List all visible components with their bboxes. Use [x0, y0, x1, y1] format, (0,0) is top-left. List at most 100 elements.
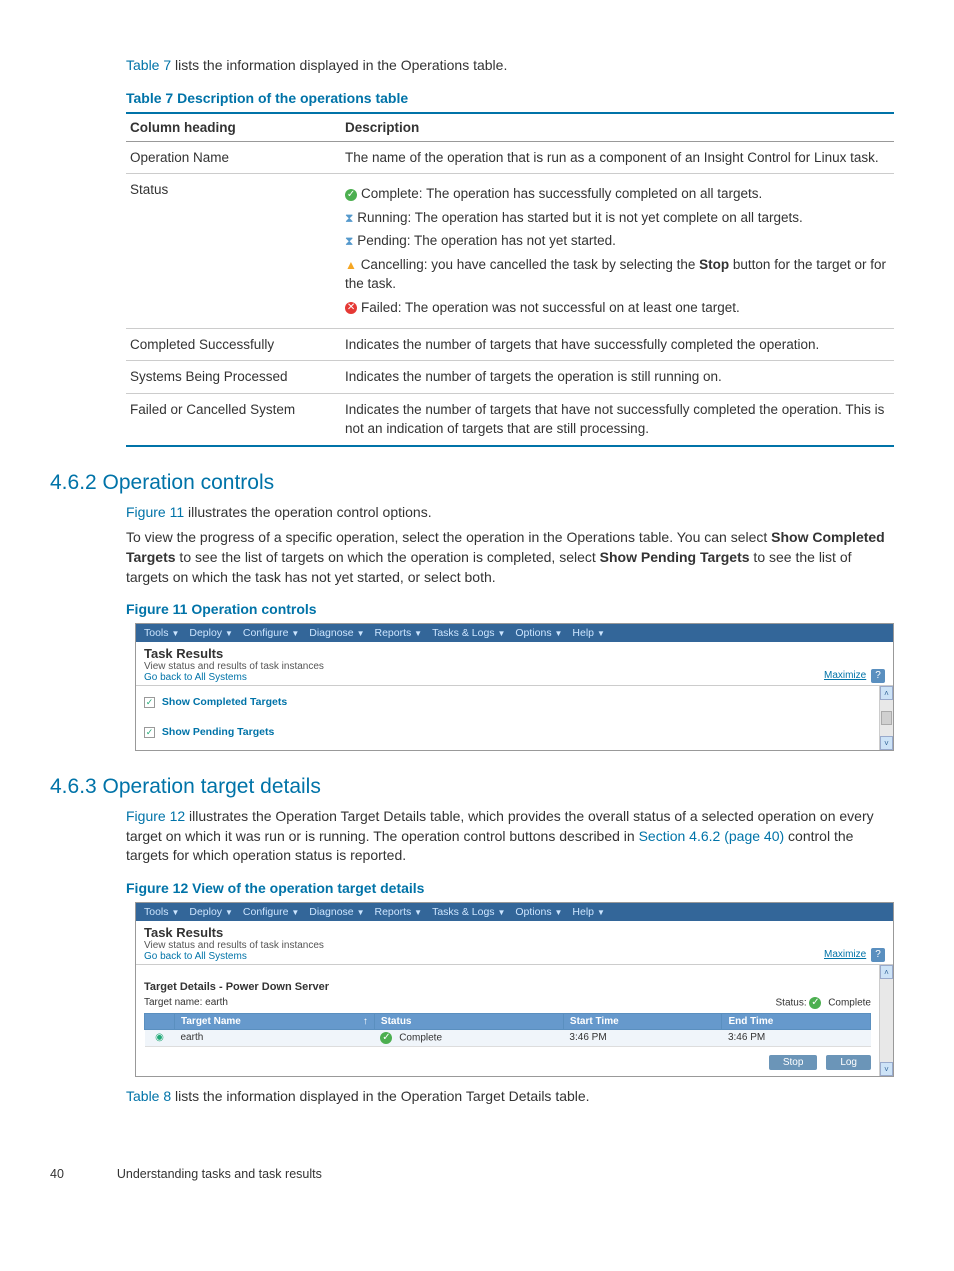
menu-options[interactable]: Options ▼ — [515, 627, 562, 639]
chapter-title: Understanding tasks and task results — [117, 1167, 322, 1181]
cell-end: 3:46 PM — [722, 1029, 871, 1046]
th-end-time: End Time — [722, 1013, 871, 1029]
scroll-thumb[interactable] — [881, 711, 892, 725]
operations-description-table: Column heading Description Operation Nam… — [126, 112, 894, 447]
task-results-subtitle: View status and results of task instance… — [144, 661, 324, 672]
go-back-line: Go back to All Systems — [144, 672, 324, 683]
status-cancel-bold: Stop — [699, 257, 729, 272]
go-back-line: Go back to All Systems — [144, 951, 324, 962]
scroll-up-icon[interactable]: ˄ — [880, 965, 893, 979]
th-column-heading: Column heading — [126, 113, 341, 142]
th-target-name: Target Name ↑ — [175, 1013, 375, 1029]
all-systems-link[interactable]: All Systems — [195, 672, 247, 683]
checkbox-completed[interactable]: ✓ — [144, 697, 155, 708]
page-footer: 40 Understanding tasks and task results — [50, 1167, 894, 1181]
status-complete: Complete: The operation has successfully… — [361, 186, 762, 201]
menu-tools[interactable]: Tools ▼ — [144, 627, 179, 639]
hourglass-icon: ⧗ — [345, 211, 353, 225]
menu-diagnose[interactable]: Diagnose ▼ — [309, 627, 364, 639]
section-463-heading: 4.6.3 Operation target details — [50, 775, 894, 799]
complete-icon: ✓ — [380, 1032, 392, 1044]
menu-taskslogs[interactable]: Tasks & Logs ▼ — [432, 906, 505, 918]
figure12-screenshot: Tools ▼ Deploy ▼ Configure ▼ Diagnose ▼ … — [135, 902, 894, 1077]
row-failed-col: Failed or Cancelled System — [126, 393, 341, 446]
fail-icon: ✕ — [345, 302, 357, 314]
section462-link[interactable]: Section 4.6.2 (page 40) — [639, 828, 785, 844]
menu-tools[interactable]: Tools ▼ — [144, 906, 179, 918]
menu-taskslogs[interactable]: Tasks & Logs ▼ — [432, 627, 505, 639]
target-name-label: Target name: earth — [144, 997, 228, 1009]
complete-icon: ✓ — [345, 189, 357, 201]
task-results-title: Task Results — [144, 646, 324, 661]
outro-text: lists the information displayed in the O… — [171, 1088, 589, 1104]
complete-icon: ✓ — [809, 997, 821, 1009]
scroll-down-icon[interactable]: ˅ — [880, 736, 893, 750]
figure11-screenshot: Tools ▼ Deploy ▼ Configure ▼ Diagnose ▼ … — [135, 623, 894, 751]
sec462-p1: Figure 11 illustrates the operation cont… — [126, 503, 894, 523]
menu-configure[interactable]: Configure ▼ — [243, 627, 299, 639]
status-cancel-pre: Cancelling: you have cancelled the task … — [361, 257, 699, 272]
menu-deploy[interactable]: Deploy ▼ — [189, 906, 233, 918]
sec462-p2: To view the progress of a specific opera… — [126, 528, 894, 587]
sec462-p1-rest: illustrates the operation control option… — [184, 504, 431, 520]
figure12-link[interactable]: Figure 12 — [126, 808, 185, 824]
intro-text: lists the information displayed in the O… — [171, 57, 507, 73]
figure12-caption: Figure 12 View of the operation target d… — [126, 880, 894, 896]
radio-icon[interactable]: ◉ — [155, 1032, 164, 1043]
sec462-p2c: to see the list of targets on which the … — [176, 549, 600, 565]
cell-name: earth — [175, 1029, 375, 1046]
row-status-desc: ✓ Complete: The operation has successfull… — [341, 174, 894, 328]
th-status: Status — [374, 1013, 563, 1029]
row-completed-col: Completed Successfully — [126, 328, 341, 361]
show-pending-label[interactable]: Show Pending Targets — [162, 726, 274, 738]
figure11-caption: Figure 11 Operation controls — [126, 601, 894, 617]
task-results-subtitle: View status and results of task instance… — [144, 940, 324, 951]
target-details-table: Target Name ↑ Status Start Time End Time… — [144, 1013, 871, 1047]
scroll-up-icon[interactable]: ˄ — [880, 686, 893, 700]
table-row[interactable]: ◉ earth ✓ Complete 3:46 PM 3:46 PM — [145, 1029, 871, 1046]
warning-icon: ▲ — [345, 258, 357, 272]
cell-status: ✓ Complete — [374, 1029, 563, 1046]
cell-start: 3:46 PM — [563, 1029, 722, 1046]
row-processed-col: Systems Being Processed — [126, 361, 341, 394]
status-pending: Pending: The operation has not yet start… — [357, 233, 616, 248]
show-completed-label[interactable]: Show Completed Targets — [162, 696, 287, 708]
scrollbar[interactable]: ˄ ˅ — [879, 965, 893, 1076]
outro-paragraph: Table 8 lists the information displayed … — [126, 1087, 894, 1107]
menu-deploy[interactable]: Deploy ▼ — [189, 627, 233, 639]
sec463-p1: Figure 12 illustrates the Operation Targ… — [126, 807, 894, 866]
menu-help[interactable]: Help ▼ — [572, 627, 604, 639]
sec462-p2a: To view the progress of a specific opera… — [126, 529, 771, 545]
menu-reports[interactable]: Reports ▼ — [374, 906, 422, 918]
th-description: Description — [341, 113, 894, 142]
stop-button[interactable]: Stop — [769, 1055, 818, 1070]
all-systems-link[interactable]: All Systems — [195, 951, 247, 962]
table7-link[interactable]: Table 7 — [126, 57, 171, 73]
log-button[interactable]: Log — [826, 1055, 871, 1070]
target-details-title: Target Details - Power Down Server — [144, 981, 871, 993]
menu-bar: Tools ▼ Deploy ▼ Configure ▼ Diagnose ▼ … — [136, 624, 893, 642]
sec462-p2d: Show Pending Targets — [600, 549, 750, 565]
scroll-down-icon[interactable]: ˅ — [880, 1062, 893, 1076]
status-running: Running: The operation has started but i… — [357, 210, 803, 225]
menu-configure[interactable]: Configure ▼ — [243, 906, 299, 918]
page-number: 40 — [50, 1167, 64, 1181]
row-status-col: Status — [126, 174, 341, 328]
menu-help[interactable]: Help ▼ — [572, 906, 604, 918]
row-opname-col: Operation Name — [126, 141, 341, 174]
menu-diagnose[interactable]: Diagnose ▼ — [309, 906, 364, 918]
menu-reports[interactable]: Reports ▼ — [374, 627, 422, 639]
scrollbar[interactable]: ˄ ˅ — [879, 686, 893, 750]
table8-link[interactable]: Table 8 — [126, 1088, 171, 1104]
th-start-time: Start Time — [563, 1013, 722, 1029]
checkbox-pending[interactable]: ✓ — [144, 727, 155, 738]
help-icon[interactable]: ? — [871, 948, 885, 962]
menu-bar: Tools ▼ Deploy ▼ Configure ▼ Diagnose ▼ … — [136, 903, 893, 921]
section-462-heading: 4.6.2 Operation controls — [50, 471, 894, 495]
maximize-link[interactable]: Maximize — [824, 949, 866, 960]
maximize-link[interactable]: Maximize — [824, 670, 866, 681]
menu-options[interactable]: Options ▼ — [515, 906, 562, 918]
help-icon[interactable]: ? — [871, 669, 885, 683]
figure11-link[interactable]: Figure 11 — [126, 504, 184, 520]
status-failed: Failed: The operation was not successful… — [361, 300, 740, 315]
